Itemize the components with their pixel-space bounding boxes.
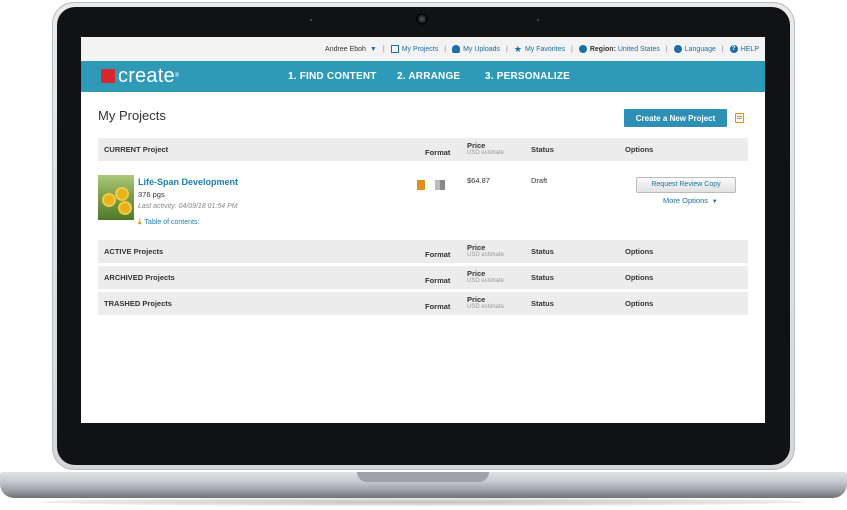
project-price: $64.87 [467,176,490,185]
help-link[interactable]: ? HELP [729,45,759,53]
trashed-projects-header[interactable]: TRASHED Projects Format Price USD estima… [98,292,748,315]
request-review-copy-button[interactable]: Request Review Copy [636,177,736,193]
utility-bar: Andree Eboh ▼ | My Projects | My Uploads… [81,37,765,61]
star-icon: ★ [513,43,522,54]
create-new-project-button[interactable]: Create a New Project [624,109,727,127]
my-favorites-link[interactable]: ★ My Favorites [514,44,565,55]
active-projects-header[interactable]: ACTIVE Projects Format Price USD estimat… [98,240,748,263]
project-page-count: 376 pgs [138,190,165,199]
mcgraw-hill-logo-icon [101,69,115,83]
laptop-notch [357,472,489,482]
project-status: Draft [531,176,548,185]
table-of-contents-link[interactable]: ⤓ Table of contents: [138,217,199,227]
archived-projects-header[interactable]: ARCHIVED Projects Format Price USD estim… [98,266,748,289]
upload-user-icon [452,45,461,53]
create-logo[interactable]: create® [101,66,179,86]
user-name: Andree Eboh [325,45,366,53]
projects-icon [390,45,399,53]
nav-arrange[interactable]: 2. ARRANGE [397,71,460,82]
nav-personalize[interactable]: 3. PERSONALIZE [485,71,570,82]
current-project-header: CURRENT Project Format Price USD estimat… [98,138,748,161]
my-uploads-link[interactable]: My Uploads [452,45,500,53]
my-projects-link[interactable]: My Projects [390,45,438,53]
book-cover-thumbnail[interactable] [98,175,134,220]
project-title-link[interactable]: Life-Span Development [138,177,238,187]
chevron-down-icon: ▼ [369,45,377,53]
sensor-dot [537,19,539,21]
language-link[interactable]: Language [673,45,716,53]
more-options-dropdown[interactable]: More Options ▼ [663,196,718,205]
download-icon: ⤓ [138,217,142,226]
project-last-activity: Last activity: 04/09/18 01:54 PM [138,203,238,210]
region-selector[interactable]: Region: United States [578,45,660,53]
user-menu[interactable]: Andree Eboh ▼ [325,46,377,53]
globe-icon [578,45,587,53]
laptop-shadow [40,498,807,506]
app-screen: Andree Eboh ▼ | My Projects | My Uploads… [81,37,765,423]
book-icon[interactable] [735,113,744,123]
speech-bubble-icon [673,45,682,53]
sensor-dot [310,19,312,21]
chevron-down-icon: ▼ [710,199,718,205]
camera-icon [416,13,428,25]
ebook-icon [435,180,445,190]
page-title: My Projects [98,108,166,123]
nav-find-content[interactable]: 1. FIND CONTENT [288,71,377,82]
main-nav: create® 1. FIND CONTENT 2. ARRANGE 3. PE… [81,61,765,92]
print-book-icon [417,180,425,190]
help-icon: ? [729,45,738,53]
